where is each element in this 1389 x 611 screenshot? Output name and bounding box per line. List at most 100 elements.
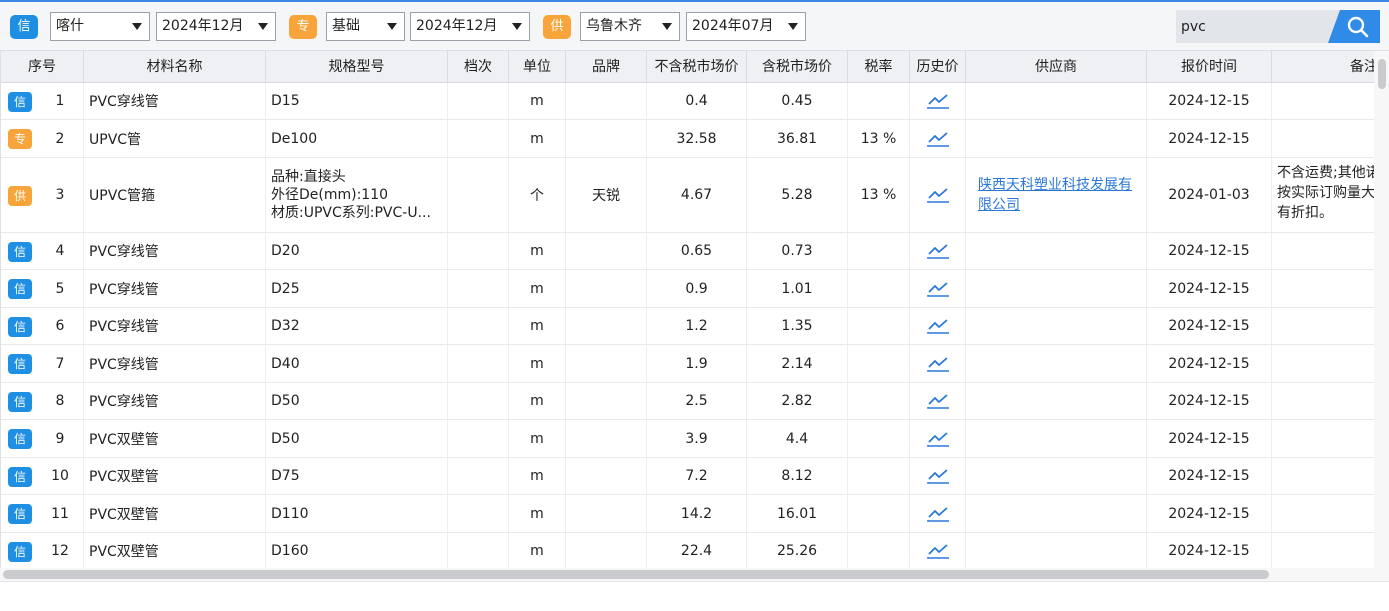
cell-price-incl-tax: 2.82 (747, 383, 848, 419)
cell-history-price[interactable] (910, 533, 966, 569)
cell-history-price[interactable] (910, 420, 966, 457)
cell-history-price[interactable] (910, 495, 966, 532)
trend-chart-icon[interactable] (925, 91, 951, 111)
vertical-scroll-thumb[interactable] (1378, 59, 1386, 89)
column-header-brand[interactable]: 品牌 (566, 51, 647, 83)
cell-price-incl-tax: 0.45 (747, 83, 848, 119)
column-header-tax-rate[interactable]: 税率 (848, 51, 910, 83)
trend-chart-icon[interactable] (925, 429, 951, 449)
cell-quote-date: 2024-12-15 (1147, 495, 1272, 532)
column-header-supplier[interactable]: 供应商 (966, 51, 1147, 83)
column-header-material-name[interactable]: 材料名称 (84, 51, 266, 83)
cell-unit: m (509, 495, 566, 532)
cell-price-ex-tax: 0.9 (647, 270, 747, 307)
cell-seq: 信7 (1, 345, 84, 382)
cell-grade (448, 308, 509, 344)
cell-material-name: PVC穿线管 (84, 83, 266, 119)
cell-history-price[interactable] (910, 308, 966, 344)
supplier-link[interactable]: 陕西天科塑业科技发展有限公司 (978, 175, 1144, 215)
table-row[interactable]: 信 6 PVC穿线管 D32 m 1.2 1.35 2024-12-15 (1, 308, 1389, 345)
trend-chart-icon[interactable] (925, 391, 951, 411)
cell-remark (1272, 308, 1389, 344)
cell-tax-rate (848, 533, 910, 569)
cell-price-ex-tax: 1.2 (647, 308, 747, 344)
trend-chart-icon[interactable] (925, 354, 951, 374)
trend-chart-icon[interactable] (925, 241, 951, 261)
horizontal-scrollbar[interactable] (0, 568, 1374, 581)
column-header-remark[interactable]: 备注 (1272, 51, 1389, 83)
table-row[interactable]: 信 4 PVC穿线管 D20 m 0.65 0.73 2024-12-15 (1, 233, 1389, 270)
cell-remark (1272, 533, 1389, 569)
cell-material-name: PVC穿线管 (84, 345, 266, 382)
column-header-grade[interactable]: 档次 (448, 51, 509, 83)
spec-line: D20 (271, 243, 300, 259)
row-number: 12 (51, 543, 69, 559)
column-header-quote-date[interactable]: 报价时间 (1147, 51, 1272, 83)
cell-seq: 专2 (1, 120, 84, 157)
column-header-price-incl-tax[interactable]: 含税市场价 (747, 51, 848, 83)
table-row[interactable]: 信 11 PVC双壁管 D110 m 14.2 16.01 2024-12-15 (1, 495, 1389, 533)
cell-history-price[interactable] (910, 83, 966, 119)
trend-chart-icon[interactable] (925, 185, 951, 205)
trend-chart-icon[interactable] (925, 466, 951, 486)
vertical-scrollbar[interactable] (1374, 51, 1389, 581)
cell-history-price[interactable] (910, 120, 966, 157)
table-row[interactable]: 信 10 PVC双壁管 D75 m 7.2 8.12 2024-12-15 (1, 458, 1389, 495)
table-row[interactable]: 信 8 PVC穿线管 D50 m 2.5 2.82 2024-12-15 (1, 383, 1389, 420)
chevron-down-icon (258, 23, 268, 30)
trend-chart-icon[interactable] (925, 504, 951, 524)
trend-chart-icon[interactable] (925, 279, 951, 299)
cell-seq: 信 10 (1, 458, 84, 494)
cell-remark (1272, 233, 1389, 269)
table-row[interactable]: 供 3 UPVC管箍 品种:直接头 外径De(mm):110 材质:UPVC系列:PVC-… (1, 158, 1389, 233)
cell-quote-date: 2024-12-15 (1147, 270, 1272, 307)
row-number: 4 (55, 243, 65, 259)
table-row[interactable]: 信 5 PVC穿线管 D25 m 0.9 1.01 2024-12-15 (1, 270, 1389, 308)
trend-chart-icon[interactable] (925, 129, 951, 149)
category-select[interactable]: 基础 (326, 12, 405, 41)
cell-tax-rate (848, 308, 910, 344)
cell-history-price[interactable] (910, 233, 966, 269)
source-badge: 专 (8, 129, 32, 149)
region-select-2[interactable]: 乌鲁木齐 (580, 12, 680, 41)
column-header-unit[interactable]: 单位 (509, 51, 566, 83)
search-box (1176, 10, 1380, 43)
table-row[interactable]: 信 7 PVC穿线管 D40 m 1.9 2.14 2024-12-15 (1, 345, 1389, 383)
cell-price-incl-tax: 2.14 (747, 345, 848, 382)
region-select-1[interactable]: 喀什 (50, 12, 150, 41)
horizontal-scroll-thumb[interactable] (3, 570, 1269, 579)
cell-history-price[interactable] (910, 383, 966, 419)
search-input[interactable] (1176, 10, 1341, 43)
table-row[interactable]: 专 2 UPVC管 De100 m 32.58 36.81 13 % 2024-12-15 (1, 120, 1389, 158)
column-header-spec[interactable]: 规格型号 (266, 51, 448, 83)
cell-history-price[interactable] (910, 345, 966, 382)
date-select-3[interactable]: 2024年07月 (686, 12, 806, 41)
spec-line: D32 (271, 318, 300, 334)
cell-unit: m (509, 308, 566, 344)
cell-brand (566, 83, 647, 119)
table-row[interactable]: 信 1 PVC穿线管 D15 m 0.4 0.45 2024-12-15 (1, 83, 1389, 120)
cell-supplier: 陕西天科塑业科技发展有限公司 (966, 158, 1147, 232)
search-icon (1347, 16, 1369, 38)
column-header-history-price[interactable]: 历史价 (910, 51, 966, 83)
trend-chart-icon[interactable] (925, 541, 951, 561)
source-badge: 信 (8, 316, 32, 337)
date-select-1[interactable]: 2024年12月 (156, 12, 276, 41)
cell-history-price[interactable] (910, 458, 966, 494)
cell-unit: m (509, 83, 566, 119)
column-header-price-ex-tax[interactable]: 不含税市场价 (647, 51, 747, 83)
source-badge: 信 (8, 241, 32, 262)
cell-history-price[interactable] (910, 270, 966, 307)
table-row[interactable]: 信 12 PVC双壁管 D160 m 22.4 25.26 2024-12-15 (1, 533, 1389, 570)
cell-history-price[interactable] (910, 158, 966, 232)
column-header-seq[interactable]: 序号 (1, 51, 84, 83)
cell-spec: 品种:直接头 外径De(mm):110 材质:UPVC系列:PVC-U... (266, 158, 448, 232)
table-row[interactable]: 信 9 PVC双壁管 D50 m 3.9 4.4 2024-12-15 (1, 420, 1389, 458)
date-select-2[interactable]: 2024年12月 (410, 12, 530, 41)
source-badge: 信 (8, 541, 32, 562)
cell-material-name: UPVC管箍 (84, 158, 266, 232)
cell-brand (566, 420, 647, 457)
trend-chart-icon[interactable] (925, 316, 951, 336)
cell-price-ex-tax: 7.2 (647, 458, 747, 494)
cell-material-name: PVC双壁管 (84, 533, 266, 569)
